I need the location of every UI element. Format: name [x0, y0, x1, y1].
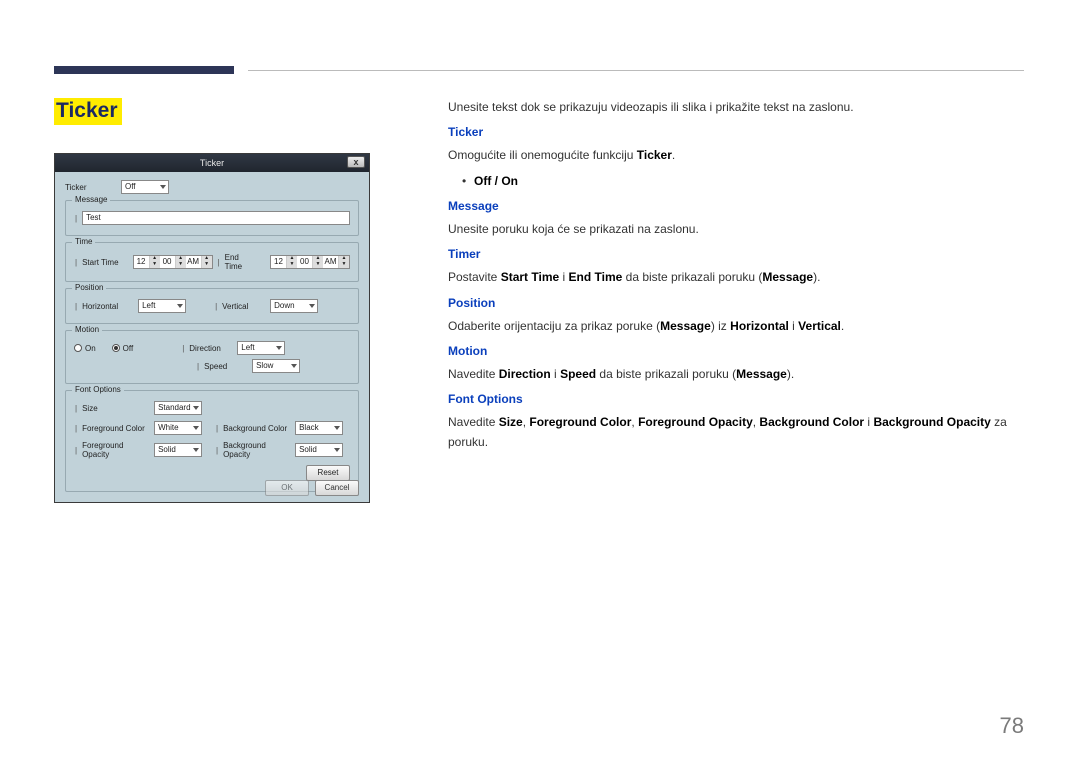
- content-columns: Ticker Ticker x Ticker Off Message | Tes…: [54, 98, 1024, 503]
- fg-color-select[interactable]: White: [154, 421, 202, 435]
- fg-opacity-select[interactable]: Solid: [154, 443, 202, 457]
- size-select[interactable]: Standard: [154, 401, 202, 415]
- radio-icon: [112, 344, 120, 352]
- ticker-row: Ticker Off: [65, 180, 359, 194]
- vertical-label: Vertical: [222, 302, 266, 311]
- horizontal-select[interactable]: Left: [138, 299, 186, 313]
- dialog-title-text: Ticker: [55, 154, 369, 172]
- message-desc: Unesite poruku koja će se prikazati na z…: [448, 220, 1024, 239]
- start-time-spinner[interactable]: 12 ▲▼ 00 ▲▼ AM ▲▼: [133, 255, 213, 269]
- motion-desc: Navedite Direction i Speed da biste prik…: [448, 365, 1024, 384]
- left-column: Ticker Ticker x Ticker Off Message | Tes…: [54, 98, 370, 503]
- cancel-button[interactable]: Cancel: [315, 480, 359, 496]
- motion-heading: Motion: [448, 342, 1024, 361]
- ticker-dialog: Ticker x Ticker Off Message | Test Time: [54, 153, 370, 503]
- font-options-desc: Navedite Size, Foreground Color, Foregro…: [448, 413, 1024, 451]
- dialog-close-button[interactable]: x: [347, 156, 365, 168]
- bg-color-label: Background Color: [223, 424, 291, 433]
- time-group: Time | Start Time 12 ▲▼ 00 ▲▼ AM ▲▼ |: [65, 242, 359, 282]
- message-input[interactable]: Test: [82, 211, 350, 225]
- ok-button[interactable]: OK: [265, 480, 309, 496]
- header-accent-bar: [54, 66, 234, 74]
- vertical-select[interactable]: Down: [270, 299, 318, 313]
- position-group-label: Position: [72, 283, 106, 292]
- motion-off-radio[interactable]: Off: [112, 344, 134, 353]
- speed-label: Speed: [204, 362, 248, 371]
- ticker-desc: Omogućite ili onemogućite funkciju Ticke…: [448, 146, 1024, 165]
- motion-group-label: Motion: [72, 325, 102, 334]
- position-group: Position | Horizontal Left | Vertical Do…: [65, 288, 359, 324]
- fg-color-label: Foreground Color: [82, 424, 150, 433]
- intro-text: Unesite tekst dok se prikazuju videozapi…: [448, 98, 1024, 117]
- speed-select[interactable]: Slow: [252, 359, 300, 373]
- header-rule: [248, 70, 1024, 71]
- fg-opacity-label: Foreground Opacity: [82, 441, 150, 459]
- message-group-label: Message: [72, 195, 110, 204]
- dialog-footer: OK Cancel: [265, 480, 359, 496]
- ticker-select[interactable]: Off: [121, 180, 169, 194]
- position-heading: Position: [448, 294, 1024, 313]
- font-options-heading: Font Options: [448, 390, 1024, 409]
- position-desc: Odaberite orijentaciju za prikaz poruke …: [448, 317, 1024, 336]
- page-number: 78: [1000, 713, 1024, 739]
- size-label: Size: [82, 404, 150, 413]
- font-group-label: Font Options: [72, 385, 124, 394]
- font-options-group: Font Options | Size Standard | Foregroun…: [65, 390, 359, 492]
- dialog-body: Ticker Off Message | Test Time | Start T…: [55, 172, 369, 500]
- end-time-label: End Time: [225, 253, 255, 271]
- bg-opacity-select[interactable]: Solid: [295, 443, 343, 457]
- reset-button[interactable]: Reset: [306, 465, 350, 481]
- time-group-label: Time: [72, 237, 95, 246]
- radio-icon: [74, 344, 82, 352]
- direction-label: Direction: [189, 344, 233, 353]
- off-on-bullet: Off / On: [448, 172, 1024, 191]
- dialog-titlebar: Ticker x: [55, 154, 369, 172]
- bg-color-select[interactable]: Black: [295, 421, 343, 435]
- bg-opacity-label: Background Opacity: [223, 441, 291, 459]
- motion-group: Motion On Off | Direction Left: [65, 330, 359, 384]
- message-field-marker: |: [75, 214, 77, 223]
- horizontal-label: Horizontal: [82, 302, 134, 311]
- motion-on-radio[interactable]: On: [74, 344, 96, 353]
- timer-heading: Timer: [448, 245, 1024, 264]
- start-time-label: Start Time: [82, 258, 128, 267]
- section-title: Ticker: [54, 98, 122, 125]
- ticker-heading: Ticker: [448, 123, 1024, 142]
- direction-select[interactable]: Left: [237, 341, 285, 355]
- ticker-label: Ticker: [65, 183, 117, 192]
- message-group: Message | Test: [65, 200, 359, 236]
- end-time-spinner[interactable]: 12 ▲▼ 00 ▲▼ AM ▲▼: [270, 255, 350, 269]
- timer-desc: Postavite Start Time i End Time da biste…: [448, 268, 1024, 287]
- right-column: Unesite tekst dok se prikazuju videozapi…: [448, 98, 1024, 503]
- message-heading: Message: [448, 197, 1024, 216]
